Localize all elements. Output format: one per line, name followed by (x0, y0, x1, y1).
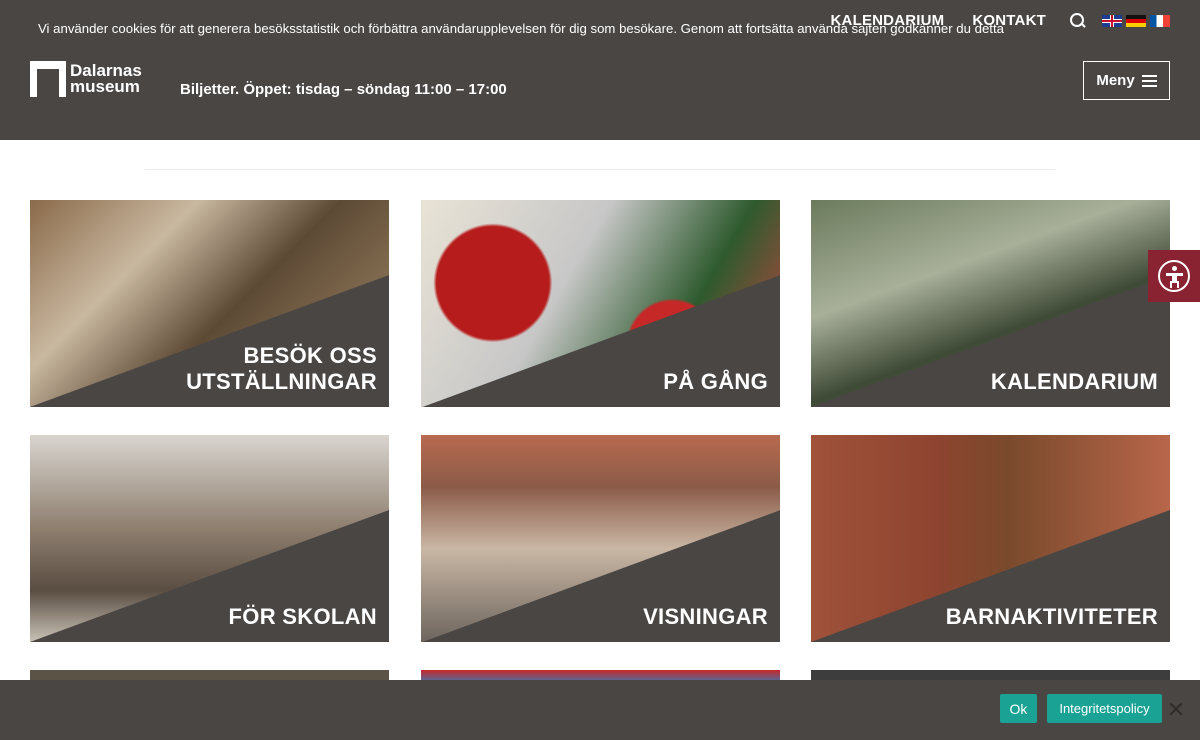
tile-visningar[interactable]: VISNINGAR (421, 435, 780, 642)
tile-label: PÅ GÅNG (663, 369, 768, 394)
cookie-ok-button[interactable]: Ok (1000, 694, 1037, 723)
tile-label: FÖR SKOLAN (228, 604, 377, 629)
tile-label: VISNINGAR (643, 604, 768, 629)
menu-label: Meny (1096, 72, 1135, 89)
close-icon[interactable] (1169, 702, 1182, 715)
privacy-policy-button[interactable]: Integritetspolicy (1047, 694, 1162, 723)
logo-text: Dalarnas museum (70, 62, 142, 96)
cookie-text: Vi använder cookies för att generera bes… (38, 21, 1004, 36)
tile-pa-gang[interactable]: PÅ GÅNG (421, 200, 780, 407)
accessibility-button[interactable] (1148, 250, 1200, 302)
accessibility-icon (1158, 260, 1190, 292)
site-logo[interactable]: Dalarnas museum (30, 61, 142, 97)
language-switcher (1098, 14, 1170, 27)
french-flag-icon[interactable] (1150, 14, 1170, 27)
tile-label: KALENDARIUM (990, 369, 1158, 394)
hamburger-icon (1141, 74, 1157, 87)
menu-button[interactable]: Meny (1083, 61, 1170, 100)
search-icon[interactable] (1070, 12, 1086, 29)
logo-line-2: museum (70, 77, 140, 96)
tile-kalendarium[interactable]: KALENDARIUM (811, 200, 1170, 407)
tile-besok-oss[interactable]: BESÖK OSS UTSTÄLLNINGAR (30, 200, 389, 407)
divider (145, 169, 1055, 170)
english-flag-icon[interactable] (1102, 14, 1122, 27)
tile-label: BARNAKTIVITETER (945, 604, 1158, 629)
tile-barnaktiviteter[interactable]: BARNAKTIVITETER (811, 435, 1170, 642)
german-flag-icon[interactable] (1126, 14, 1146, 27)
tile-for-skolan[interactable]: FÖR SKOLAN (30, 435, 389, 642)
tile-label: BESÖK OSS UTSTÄLLNINGAR (186, 343, 377, 394)
logo-mark-icon (30, 61, 66, 97)
opening-hours-link[interactable]: Biljetter. Öppet: tisdag – söndag 11:00 … (180, 81, 507, 98)
